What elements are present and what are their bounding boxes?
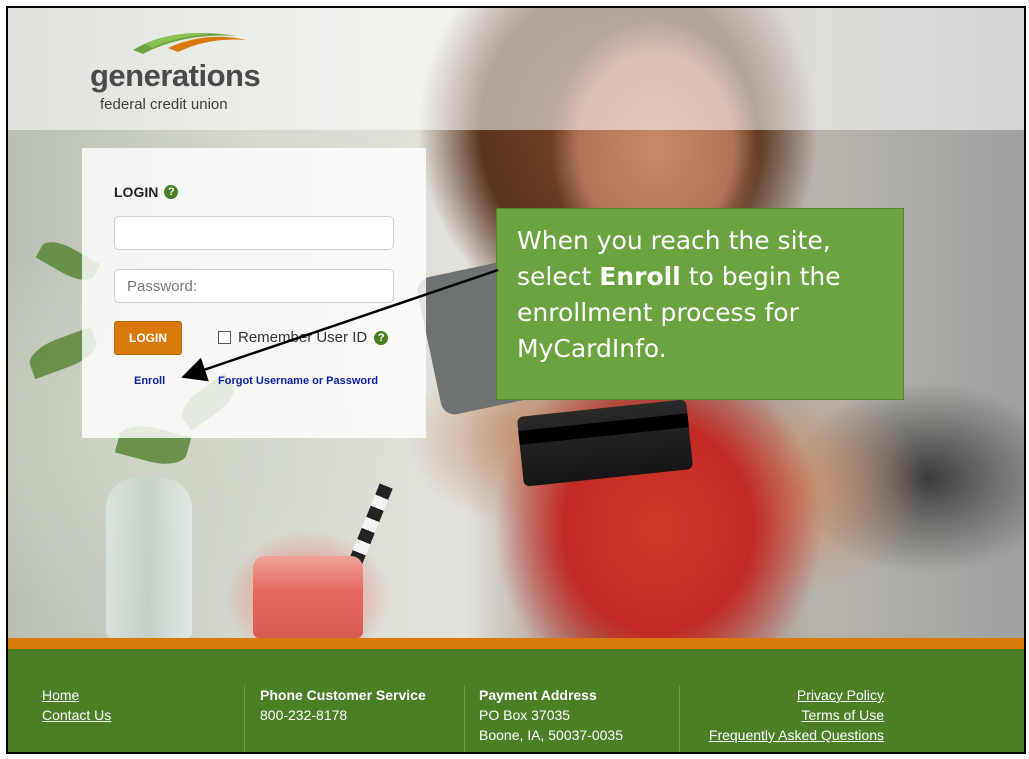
logo-wordmark: generations bbox=[90, 58, 261, 93]
payment-line-1: PO Box 37035 bbox=[479, 707, 571, 723]
footer-divider bbox=[679, 685, 680, 752]
footer-link-privacy[interactable]: Privacy Policy bbox=[709, 685, 884, 705]
login-panel: LOGIN ? LOGIN Remember User ID ? Enroll … bbox=[82, 148, 426, 438]
phone-heading: Phone Customer Service bbox=[260, 687, 426, 703]
username-input[interactable] bbox=[114, 216, 394, 250]
footer-nav: Home Contact Us bbox=[42, 685, 111, 725]
remember-label: Remember User ID bbox=[238, 329, 368, 346]
password-input[interactable] bbox=[114, 269, 394, 303]
footer-divider bbox=[464, 685, 465, 752]
phone-number: 800-232-8178 bbox=[260, 707, 348, 723]
glass-vase bbox=[106, 478, 192, 638]
enroll-link[interactable]: Enroll bbox=[134, 375, 165, 387]
footer-accent-strip bbox=[8, 638, 1024, 649]
remember-checkbox[interactable] bbox=[218, 331, 231, 344]
footer-legal: Privacy Policy Terms of Use Frequently A… bbox=[709, 685, 884, 745]
footer-link-contact[interactable]: Contact Us bbox=[42, 705, 111, 725]
forgot-credentials-link[interactable]: Forgot Username or Password bbox=[218, 375, 378, 387]
footer-phone: Phone Customer Service 800-232-8178 bbox=[260, 685, 426, 725]
login-title-text: LOGIN bbox=[114, 184, 159, 200]
site-footer: Home Contact Us Phone Customer Service 8… bbox=[8, 649, 1024, 752]
callout-highlight: Enroll bbox=[599, 262, 681, 291]
smoothie-jar bbox=[253, 556, 363, 638]
payment-heading: Payment Address bbox=[479, 687, 597, 703]
logo-swoosh-icon bbox=[133, 32, 246, 54]
footer-divider bbox=[244, 685, 245, 752]
payment-line-2: Boone, IA, 50037-0035 bbox=[479, 727, 624, 743]
footer-link-home[interactable]: Home bbox=[42, 685, 111, 705]
login-heading: LOGIN ? bbox=[114, 184, 179, 200]
page-frame: generations federal credit union LOGIN ?… bbox=[6, 6, 1026, 754]
help-icon[interactable]: ? bbox=[374, 330, 389, 345]
logo-subtitle: federal credit union bbox=[100, 96, 228, 113]
footer-payment: Payment Address PO Box 37035 Boone, IA, … bbox=[479, 685, 623, 745]
footer-link-terms[interactable]: Terms of Use bbox=[709, 705, 884, 725]
footer-link-faq[interactable]: Frequently Asked Questions bbox=[709, 725, 884, 745]
remember-user-id[interactable]: Remember User ID ? bbox=[218, 329, 389, 346]
instruction-callout: When you reach the site, select Enroll t… bbox=[496, 208, 904, 400]
help-icon[interactable]: ? bbox=[164, 185, 179, 199]
login-button[interactable]: LOGIN bbox=[114, 321, 182, 355]
